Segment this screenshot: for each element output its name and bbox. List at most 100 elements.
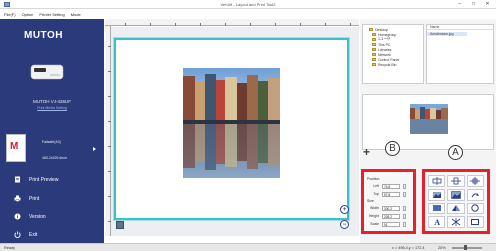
position-section-label: Position — [367, 177, 380, 181]
right-panel: Desktop Homegroup 1ユーザ This PC Libraries… — [360, 19, 496, 243]
fill-image-icon[interactable] — [447, 188, 465, 201]
folder-icon — [372, 43, 376, 46]
height-spinner[interactable] — [403, 213, 406, 219]
file-list-header[interactable]: Name — [427, 25, 493, 30]
preview-image — [410, 104, 448, 134]
status-text: Ready — [4, 246, 15, 250]
folder-icon — [372, 33, 376, 36]
title-bar: VerUtil - Layout and Print Tool2 – □ ✕ — [0, 0, 496, 9]
file-list[interactable]: Name Amsterdam.jpg — [426, 24, 494, 84]
chevron-right-icon — [93, 147, 96, 151]
width-input[interactable]: 300.2 — [382, 205, 400, 211]
media-size: 483.2x329.6mm — [42, 156, 68, 160]
size-section-label: Size — [367, 199, 374, 203]
top-spinner[interactable] — [403, 191, 406, 197]
menu-item-option[interactable]: Option — [22, 12, 34, 17]
save-icon[interactable] — [116, 221, 124, 229]
print-preview-icon — [14, 176, 21, 183]
folder-icon — [372, 58, 376, 61]
height-input[interactable]: 205.2 — [382, 213, 400, 219]
horizontal-ruler — [105, 19, 359, 26]
nav-label: Print — [29, 195, 40, 202]
zoom-level: 20% — [438, 246, 446, 250]
width-label: Width — [370, 206, 379, 210]
window-title: VerUtil - Layout and Print Tool2 — [220, 2, 276, 7]
width-spinner[interactable] — [403, 205, 406, 211]
nav-label: Print Preview — [29, 176, 59, 183]
media-letter: M — [10, 141, 19, 152]
menu-bar: File(F) Option Printer Setting Mode — [0, 10, 496, 18]
menu-item-printer-setting[interactable]: Printer Setting — [39, 12, 64, 17]
printer-image — [30, 64, 64, 80]
nav-label: Exit — [29, 231, 38, 238]
nav-label: Version — [29, 213, 46, 220]
zoom-slider[interactable] — [452, 245, 482, 250]
status-bar: Ready x = 496.4,y = 172.4 20% — [0, 243, 496, 251]
zoom-in-icon[interactable]: + — [340, 205, 349, 214]
cursor-coordinates: x = 496.4,y = 172.4 — [392, 246, 425, 250]
svg-text:A: A — [434, 218, 440, 226]
folder-icon — [369, 28, 373, 31]
nav-print[interactable]: Print — [14, 195, 39, 202]
left-field-row: Left 74.8 — [367, 183, 410, 189]
menu-item-mode[interactable]: Mode — [71, 12, 81, 17]
top-input[interactable]: 57.8 — [382, 191, 400, 197]
file-list-item[interactable]: Amsterdam.jpg — [427, 32, 467, 36]
circle-shape-icon[interactable] — [466, 202, 484, 215]
fit-image-icon[interactable] — [428, 188, 446, 201]
text-icon[interactable]: A — [428, 216, 446, 228]
left-input[interactable]: 74.8 — [382, 183, 400, 189]
zoom-slider-knob[interactable] — [464, 245, 467, 250]
align-center-icon[interactable] — [466, 175, 484, 187]
zoom-out-icon[interactable]: − — [340, 220, 349, 229]
printer-name: MUTOH VJ-426UF — [33, 99, 71, 104]
nav-version[interactable]: Version — [14, 213, 46, 220]
layout-canvas[interactable]: + − — [111, 27, 359, 236]
width-field-row: Width 300.2 — [367, 205, 410, 211]
scale-label: Scale — [370, 222, 379, 226]
align-horizontal-center-icon[interactable] — [428, 175, 446, 187]
printer-icon — [14, 195, 21, 202]
scale-spinner[interactable] — [403, 221, 406, 227]
minimize-icon[interactable]: – — [455, 1, 464, 7]
tree-item[interactable]: Recycle Bin — [369, 62, 421, 67]
folder-tree[interactable]: Desktop Homegroup 1ユーザ This PC Libraries… — [362, 24, 424, 84]
thumbnail-preview — [362, 94, 494, 150]
rectangle-shape-icon[interactable] — [466, 216, 484, 228]
menu-item-file[interactable]: File(F) — [4, 12, 16, 17]
media-sheet[interactable] — [113, 37, 350, 221]
mirror-icon[interactable] — [447, 202, 465, 215]
folder-icon — [372, 38, 376, 41]
placed-image[interactable] — [183, 68, 280, 178]
scale-input[interactable]: 91 — [382, 221, 400, 227]
add-image-button[interactable]: + — [363, 145, 370, 159]
properties-panel: Position Left 74.8 Top 57.8 Size Width 3… — [361, 169, 416, 234]
edit-tools-panel: A — [422, 169, 490, 234]
nav-exit[interactable]: Exit — [14, 231, 37, 238]
height-label: Height — [368, 214, 379, 218]
power-icon — [14, 231, 21, 238]
color-fill-icon[interactable] — [428, 202, 446, 215]
top-field-row: Top 57.8 — [367, 191, 410, 197]
rotate-icon[interactable] — [466, 188, 484, 201]
callout-a: A — [448, 145, 463, 160]
height-field-row: Height 205.2 — [367, 213, 410, 219]
media-thumbnail: M — [6, 134, 26, 162]
top-label: Top — [373, 192, 379, 196]
callout-b: B — [385, 141, 400, 156]
folder-icon — [372, 48, 376, 51]
print-media-setting-link[interactable]: Print Media Setting — [0, 106, 104, 110]
left-label: Left — [373, 184, 379, 188]
sidebar: MUTOH MUTOH VJ-426UF Print Media Setting… — [0, 19, 104, 243]
nav-print-preview[interactable]: Print Preview — [14, 176, 58, 183]
info-icon — [14, 213, 21, 220]
left-spinner[interactable] — [403, 183, 406, 189]
brand-logo: MUTOH — [24, 30, 63, 41]
close-icon[interactable]: ✕ — [483, 1, 492, 7]
scale-field-row: Scale 91 — [367, 221, 410, 227]
media-card[interactable]: M Failsafe(A3) 483.2x329.6mm — [6, 134, 96, 164]
recycle-bin-icon — [372, 63, 376, 66]
pattern-icon[interactable] — [447, 216, 465, 228]
maximize-icon[interactable]: □ — [469, 1, 478, 7]
align-vertical-center-icon[interactable] — [447, 175, 465, 187]
